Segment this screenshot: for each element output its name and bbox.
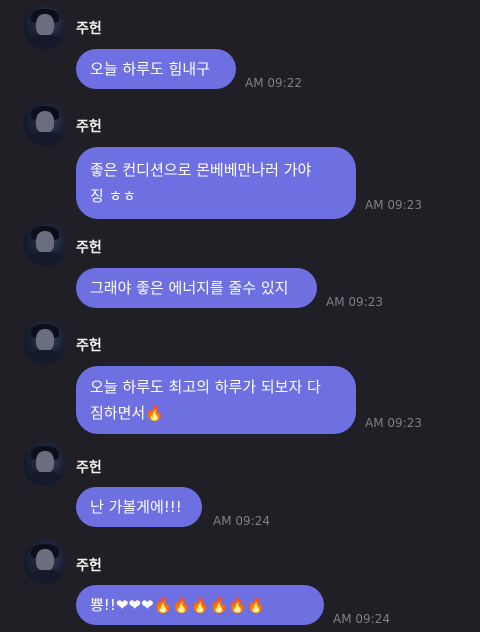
avatar[interactable] — [23, 320, 67, 364]
sender-name: 주헌 — [76, 240, 102, 256]
message-bubble[interactable]: 좋은 컨디션으로 몬베베만나러 가야 징 ㅎㅎ — [76, 147, 356, 219]
message-timestamp: AM 09:23 — [326, 295, 383, 309]
sender-name: 주헌 — [76, 119, 102, 135]
message-timestamp: AM 09:22 — [245, 76, 302, 90]
avatar[interactable] — [23, 540, 67, 584]
avatar[interactable] — [23, 102, 67, 146]
message-bubble[interactable]: 오늘 하루도 최고의 하루가 되보자 다 짐하면서🔥 — [76, 366, 356, 434]
message-timestamp: AM 09:24 — [213, 514, 270, 528]
message-line: 짐하면서🔥 — [90, 404, 164, 422]
avatar[interactable] — [23, 222, 67, 266]
message-bubble[interactable]: 오늘 하루도 힘내구 — [76, 49, 236, 89]
message-timestamp: AM 09:23 — [365, 198, 422, 212]
avatar[interactable] — [23, 442, 67, 486]
message-timestamp: AM 09:23 — [365, 416, 422, 430]
sender-name: 주헌 — [76, 558, 102, 574]
message-line: 오늘 하루도 최고의 하루가 되보자 다 — [90, 378, 321, 396]
sender-name: 주헌 — [76, 460, 102, 476]
sender-name: 주헌 — [76, 338, 102, 354]
message-timestamp: AM 09:24 — [333, 612, 390, 626]
message-line: 좋은 컨디션으로 몬베베만나러 가야 — [90, 161, 312, 179]
avatar[interactable] — [23, 5, 67, 49]
message-bubble[interactable]: 난 가볼게에!!! — [76, 487, 202, 527]
message-bubble[interactable]: 뿅!!❤❤❤🔥🔥🔥🔥🔥🔥 — [76, 585, 324, 625]
message-line: 징 ㅎㅎ — [90, 187, 137, 205]
sender-name: 주헌 — [76, 21, 102, 37]
message-bubble[interactable]: 그래야 좋은 에너지를 줄수 있지 — [76, 268, 317, 308]
